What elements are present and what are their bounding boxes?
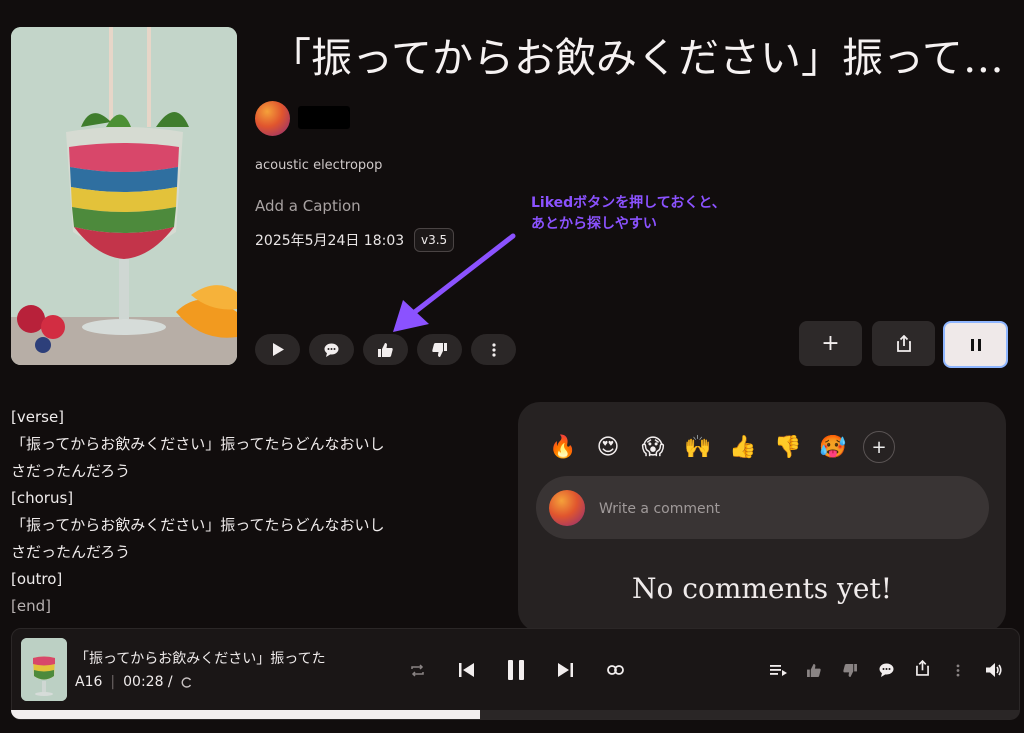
more-options-button[interactable] xyxy=(471,334,516,365)
link-button[interactable] xyxy=(603,658,627,682)
player-share-button[interactable] xyxy=(910,656,934,680)
volume-button[interactable] xyxy=(982,658,1006,682)
repeat-button[interactable] xyxy=(405,658,429,682)
next-track-button[interactable] xyxy=(553,658,577,682)
player-time: 00:28 / xyxy=(123,674,173,690)
song-cover-image[interactable] xyxy=(11,27,237,365)
pause-icon xyxy=(970,338,981,351)
skip-forward-icon xyxy=(557,663,573,677)
lyric-line: 「振ってからお飲みください」振ってたらどんなおいし xyxy=(11,516,385,534)
add-reaction-button[interactable]: + xyxy=(863,431,895,463)
song-title: 「振ってからお飲みください」振ってたらどんなおいしさだったんだろう xyxy=(270,34,1015,82)
song-date: 2025年5月24日 18:03 xyxy=(255,233,405,249)
lyric-line: [outro] xyxy=(11,570,63,588)
player-like-button[interactable] xyxy=(802,658,826,682)
player-pause-button[interactable] xyxy=(502,656,530,684)
comment-icon xyxy=(879,663,893,677)
repeat-icon xyxy=(410,663,424,677)
reaction-scream-icon[interactable]: 😱 xyxy=(638,432,668,462)
player-dislike-button[interactable] xyxy=(838,658,862,682)
share-icon xyxy=(915,660,929,676)
reaction-raised-hands-icon[interactable]: 🙌 xyxy=(683,432,713,462)
pause-button[interactable] xyxy=(943,321,1008,368)
annotation-text: Likedボタンを押しておくと、 あとから探しやすい xyxy=(531,193,726,235)
share-button[interactable] xyxy=(872,321,935,366)
queue-icon xyxy=(769,665,787,676)
reaction-heart-eyes-icon[interactable]: 😍 xyxy=(593,432,623,462)
lyric-line: [chorus] xyxy=(11,489,74,507)
comment-input[interactable] xyxy=(597,497,981,521)
lyrics-panel: [verse] 「振ってからお飲みください」振ってたらどんなおいし さだったんだろう… xyxy=(11,404,491,620)
reaction-fire-icon[interactable]: 🔥 xyxy=(548,432,578,462)
play-icon xyxy=(272,343,284,356)
queue-button[interactable] xyxy=(766,658,790,682)
more-icon xyxy=(491,342,496,357)
lyric-line: さだったんだろう xyxy=(11,543,131,561)
link-icon xyxy=(606,665,624,675)
annotation-line: Likedボタンを押しておくと、 xyxy=(531,195,726,211)
creator-avatar[interactable] xyxy=(255,101,290,136)
lyric-line: 「振ってからお飲みください」振ってたらどんなおいし xyxy=(11,435,385,453)
user-avatar xyxy=(549,490,585,526)
player-cover-thumbnail[interactable] xyxy=(21,638,67,701)
add-to-playlist-button[interactable]: + xyxy=(799,321,862,366)
comment-button[interactable] xyxy=(309,334,354,365)
thumbs-up-icon xyxy=(807,663,821,677)
lyric-line: さだったんだろう xyxy=(11,462,131,480)
player-more-button[interactable] xyxy=(946,658,970,682)
previous-track-button[interactable] xyxy=(454,658,478,682)
thumbs-down-icon xyxy=(432,342,447,357)
more-icon xyxy=(956,663,960,677)
plus-icon: + xyxy=(821,331,840,356)
creator-name-redacted[interactable] xyxy=(298,106,350,129)
reaction-bar: 🔥 😍 😱 🙌 👍 👎 🥵 + xyxy=(548,431,895,463)
player-song-title[interactable]: 「振ってからお飲みください」振ってた xyxy=(75,648,350,668)
song-genre[interactable]: acoustic electropop xyxy=(255,158,382,173)
like-button[interactable] xyxy=(363,334,408,365)
thumbs-up-icon xyxy=(378,342,393,357)
dislike-button[interactable] xyxy=(417,334,462,365)
player-artist[interactable]: A16 xyxy=(75,674,102,690)
pause-icon xyxy=(508,660,524,680)
lyric-line: [verse] xyxy=(11,408,65,426)
play-button[interactable] xyxy=(255,334,300,365)
progress-fill xyxy=(11,710,481,719)
annotation-arrow xyxy=(393,233,516,332)
no-comments-text: No comments yet! xyxy=(632,572,892,605)
loading-icon xyxy=(181,676,191,688)
lyric-line: [end] xyxy=(11,597,51,615)
player-comment-button[interactable] xyxy=(874,658,898,682)
reaction-thumbs-down-icon[interactable]: 👎 xyxy=(773,432,803,462)
thumbs-down-icon xyxy=(843,663,857,677)
share-icon xyxy=(896,335,911,352)
progress-bar[interactable] xyxy=(11,710,1020,719)
add-caption-field[interactable]: Add a Caption xyxy=(255,197,361,215)
separator: | xyxy=(110,674,116,690)
reaction-hot-face-icon[interactable]: 🥵 xyxy=(818,432,848,462)
annotation-line: あとから探しやすい xyxy=(531,216,657,232)
reaction-thumbs-up-icon[interactable]: 👍 xyxy=(728,432,758,462)
comment-icon xyxy=(324,343,339,357)
volume-icon xyxy=(986,663,1002,677)
skip-back-icon xyxy=(458,663,474,677)
player-meta: A16 | 00:28 / xyxy=(75,674,192,690)
